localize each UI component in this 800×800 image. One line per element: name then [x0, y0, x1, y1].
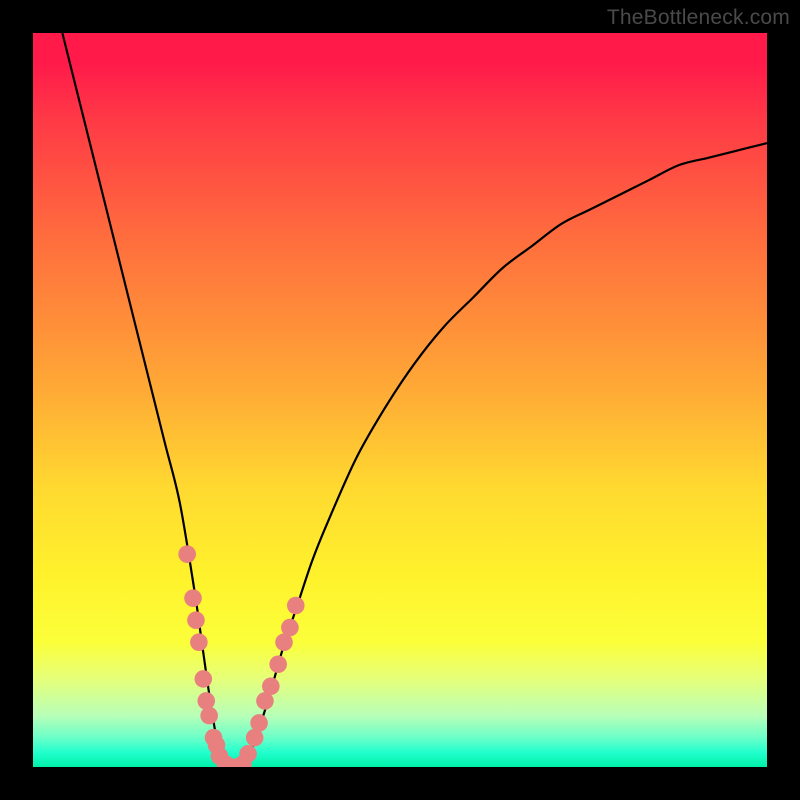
- highlight-dot: [239, 745, 257, 763]
- bottleneck-curve: [62, 33, 767, 767]
- highlight-dot: [287, 597, 305, 615]
- highlight-dot: [184, 589, 202, 607]
- chart-frame: TheBottleneck.com: [0, 0, 800, 800]
- highlight-dot: [281, 619, 299, 637]
- highlight-dots: [178, 545, 304, 767]
- highlight-dot: [194, 670, 212, 688]
- highlight-dot: [197, 692, 215, 710]
- highlight-dot: [187, 611, 205, 629]
- highlight-dot: [190, 633, 208, 651]
- highlight-dot: [178, 545, 196, 563]
- highlight-dot: [262, 677, 280, 695]
- watermark-text: TheBottleneck.com: [607, 6, 790, 30]
- highlight-dot: [250, 714, 268, 732]
- plot-area: [33, 33, 767, 767]
- curve-layer: [33, 33, 767, 767]
- highlight-dot: [200, 707, 218, 725]
- curve-path: [62, 33, 767, 767]
- highlight-dot: [269, 655, 287, 673]
